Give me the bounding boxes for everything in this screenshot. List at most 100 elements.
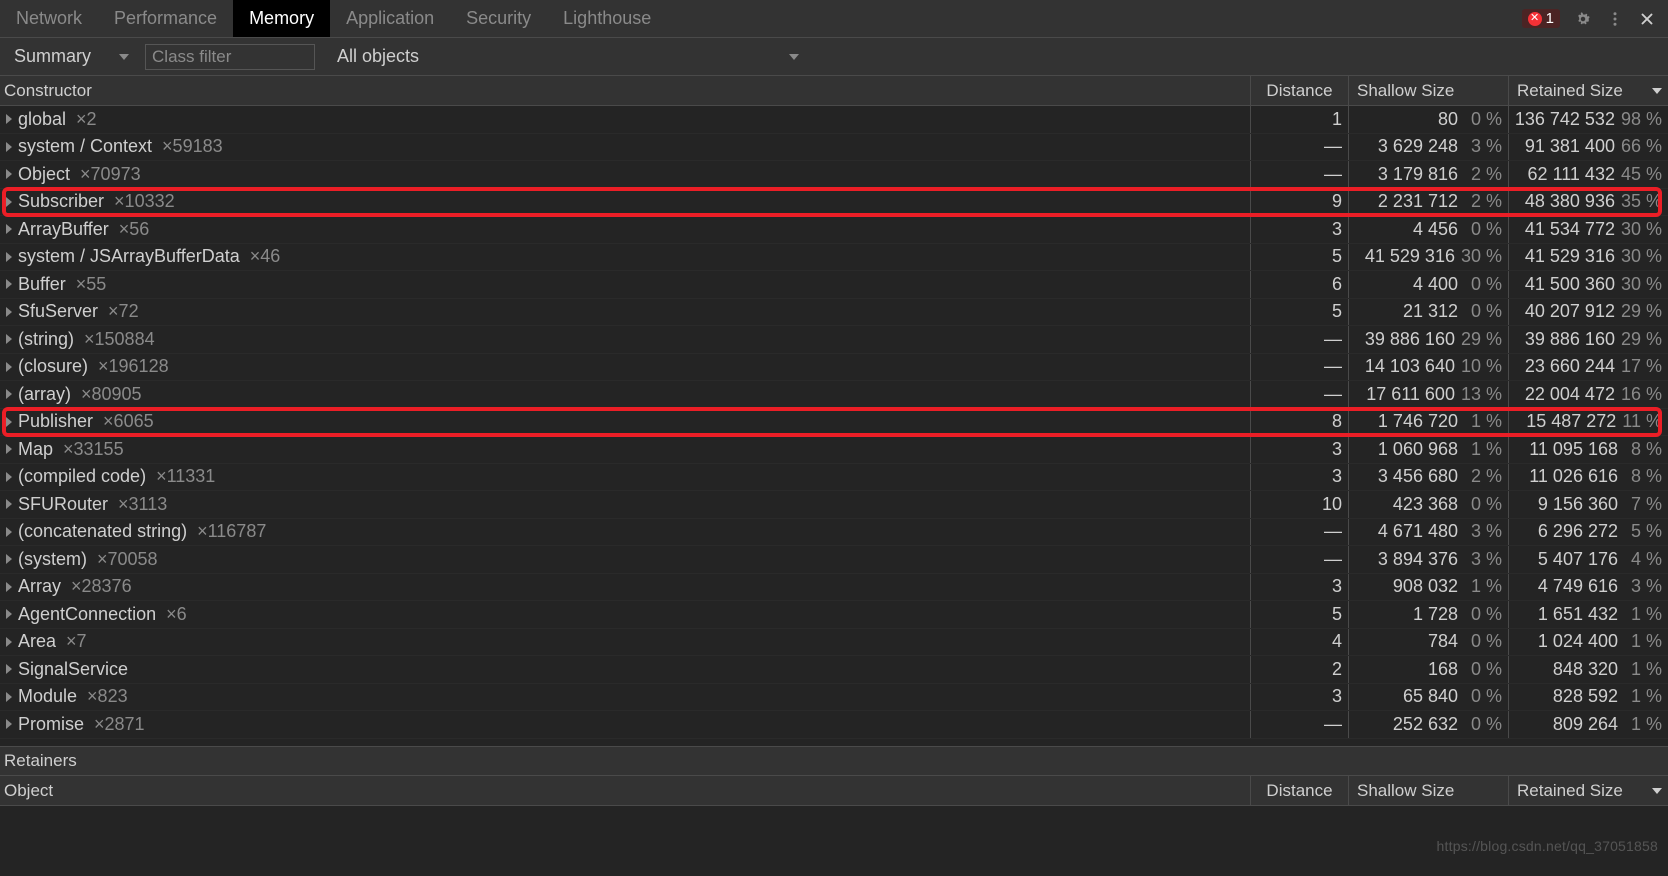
objects-dropdown[interactable]: All objects (331, 46, 805, 67)
expand-arrow-icon[interactable] (6, 252, 12, 262)
constructor-count: ×55 (76, 274, 107, 295)
gear-icon[interactable] (1574, 10, 1592, 28)
constructor-count: ×6 (166, 604, 187, 625)
table-row[interactable]: AgentConnection×651 7280 %1 651 4321 % (0, 601, 1668, 629)
expand-arrow-icon[interactable] (6, 334, 12, 344)
expand-arrow-icon[interactable] (6, 637, 12, 647)
col-object[interactable]: Object (0, 776, 1250, 805)
error-badge[interactable]: ✕ 1 (1522, 9, 1560, 28)
table-row[interactable]: SignalService21680 %848 3201 % (0, 656, 1668, 684)
tab-lighthouse[interactable]: Lighthouse (547, 0, 667, 37)
expand-arrow-icon[interactable] (6, 554, 12, 564)
table-row[interactable]: Module×823365 8400 %828 5921 % (0, 684, 1668, 712)
expand-arrow-icon[interactable] (6, 169, 12, 179)
expand-arrow-icon[interactable] (6, 224, 12, 234)
shallow-value: 17 611 600 (1366, 384, 1455, 405)
expand-arrow-icon[interactable] (6, 499, 12, 509)
table-row[interactable]: Promise×2871—252 6320 %809 2641 % (0, 711, 1668, 739)
table-row[interactable]: (concatenated string)×116787—4 671 4803 … (0, 519, 1668, 547)
table-row[interactable]: SfuServer×72521 3120 %40 207 91229 % (0, 299, 1668, 327)
expand-arrow-icon[interactable] (6, 389, 12, 399)
table-row[interactable]: ArrayBuffer×5634 4560 %41 534 77230 % (0, 216, 1668, 244)
table-row[interactable]: Buffer×5564 4000 %41 500 36030 % (0, 271, 1668, 299)
close-icon[interactable] (1638, 10, 1656, 28)
constructor-name: system / JSArrayBufferData (18, 246, 240, 267)
retainers-header[interactable]: Retainers (0, 746, 1668, 776)
retained-value: 40 207 912 (1525, 301, 1615, 322)
expand-arrow-icon[interactable] (6, 582, 12, 592)
distance-value: 5 (1332, 301, 1342, 322)
shallow-value: 4 671 480 (1378, 521, 1458, 542)
class-filter-input[interactable] (145, 44, 315, 70)
col-constructor[interactable]: Constructor (0, 76, 1250, 105)
tab-performance[interactable]: Performance (98, 0, 233, 37)
heap-toolbar: Summary All objects (0, 38, 1668, 76)
col-retained-retainers[interactable]: Retained Size (1508, 776, 1668, 805)
constructor-name: (closure) (18, 356, 88, 377)
table-row[interactable]: (system)×70058—3 894 3763 %5 407 1764 % (0, 546, 1668, 574)
expand-arrow-icon[interactable] (6, 279, 12, 289)
constructor-name: Area (18, 631, 56, 652)
tab-network[interactable]: Network (0, 0, 98, 37)
expand-arrow-icon[interactable] (6, 609, 12, 619)
distance-value: — (1324, 356, 1342, 377)
table-row[interactable]: (closure)×196128—14 103 64010 %23 660 24… (0, 354, 1668, 382)
expand-arrow-icon[interactable] (6, 142, 12, 152)
distance-value: — (1324, 329, 1342, 350)
col-shallow[interactable]: Shallow Size (1348, 76, 1508, 105)
col-distance-retainers[interactable]: Distance (1250, 776, 1348, 805)
retained-value: 41 500 360 (1525, 274, 1615, 295)
col-distance[interactable]: Distance (1250, 76, 1348, 105)
retained-pct: 1 % (1624, 714, 1662, 735)
table-row[interactable]: system / Context×59183—3 629 2483 %91 38… (0, 134, 1668, 162)
retained-pct: 66 % (1621, 136, 1662, 157)
more-icon[interactable] (1606, 10, 1624, 28)
table-row[interactable]: Subscriber×1033292 231 7122 %48 380 9363… (0, 189, 1668, 217)
tab-application[interactable]: Application (330, 0, 450, 37)
table-row[interactable]: (string)×150884—39 886 16029 %39 886 160… (0, 326, 1668, 354)
expand-arrow-icon[interactable] (6, 527, 12, 537)
shallow-value: 784 (1428, 631, 1458, 652)
constructor-count: ×28376 (71, 576, 132, 597)
expand-arrow-icon[interactable] (6, 417, 12, 427)
table-row[interactable]: Publisher×606581 746 7201 %15 487 27211 … (0, 409, 1668, 437)
constructor-name: Module (18, 686, 77, 707)
distance-value: 9 (1332, 191, 1342, 212)
retained-value: 15 487 272 (1526, 411, 1616, 432)
retained-pct: 4 % (1624, 549, 1662, 570)
retained-pct: 7 % (1624, 494, 1662, 515)
retained-pct: 1 % (1624, 631, 1662, 652)
constructor-count: ×2871 (94, 714, 145, 735)
table-row[interactable]: Area×747840 %1 024 4001 % (0, 629, 1668, 657)
table-row[interactable]: (compiled code)×1133133 456 6802 %11 026… (0, 464, 1668, 492)
table-body[interactable]: global×21800 %136 742 53298 %system / Co… (0, 106, 1668, 746)
table-row[interactable]: Array×283763908 0321 %4 749 6163 % (0, 574, 1668, 602)
watermark: https://blog.csdn.net/qq_37051858 (1437, 838, 1658, 854)
expand-arrow-icon[interactable] (6, 307, 12, 317)
expand-arrow-icon[interactable] (6, 114, 12, 124)
constructor-name: SfuServer (18, 301, 98, 322)
tab-memory[interactable]: Memory (233, 0, 330, 37)
expand-arrow-icon[interactable] (6, 692, 12, 702)
shallow-pct: 0 % (1464, 631, 1502, 652)
table-row[interactable]: SFURouter×311310423 3680 %9 156 3607 % (0, 491, 1668, 519)
expand-arrow-icon[interactable] (6, 197, 12, 207)
constructor-name: Map (18, 439, 53, 460)
table-row[interactable]: global×21800 %136 742 53298 % (0, 106, 1668, 134)
table-row[interactable]: (array)×80905—17 611 60013 %22 004 47216… (0, 381, 1668, 409)
tab-security[interactable]: Security (450, 0, 547, 37)
table-row[interactable]: Object×70973—3 179 8162 %62 111 43245 % (0, 161, 1668, 189)
constructor-count: ×80905 (81, 384, 142, 405)
col-shallow-retainers[interactable]: Shallow Size (1348, 776, 1508, 805)
constructor-count: ×150884 (84, 329, 155, 350)
retained-value: 136 742 532 (1515, 109, 1615, 130)
expand-arrow-icon[interactable] (6, 362, 12, 372)
expand-arrow-icon[interactable] (6, 444, 12, 454)
table-row[interactable]: Map×3315531 060 9681 %11 095 1688 % (0, 436, 1668, 464)
expand-arrow-icon[interactable] (6, 664, 12, 674)
expand-arrow-icon[interactable] (6, 719, 12, 729)
table-row[interactable]: system / JSArrayBufferData×46541 529 316… (0, 244, 1668, 272)
expand-arrow-icon[interactable] (6, 472, 12, 482)
summary-dropdown[interactable]: Summary (8, 46, 135, 67)
col-retained[interactable]: Retained Size (1508, 76, 1668, 105)
